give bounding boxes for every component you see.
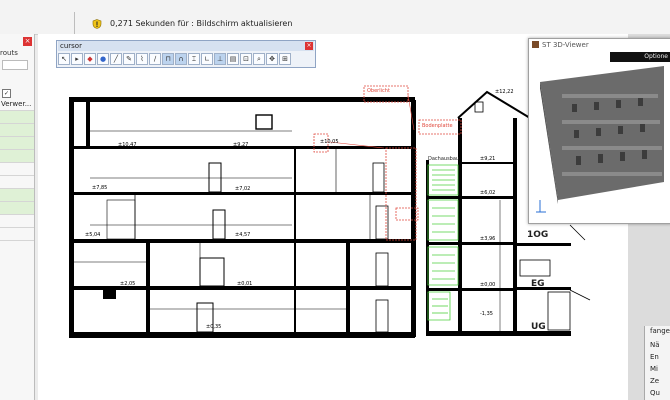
magnet-icon[interactable]: ∩ xyxy=(175,53,187,65)
svg-text:±2,05: ±2,05 xyxy=(120,281,135,287)
docker-item[interactable]: Qu xyxy=(650,388,670,399)
brush-icon[interactable]: ⌇ xyxy=(136,53,148,65)
docker-item[interactable]: Nä xyxy=(650,340,670,351)
pin-icon[interactable]: ∕ xyxy=(149,53,161,65)
svg-text:±9,21: ±9,21 xyxy=(480,156,495,162)
zoom-icon[interactable]: ⌕ xyxy=(253,53,265,65)
docker-item[interactable]: Mi xyxy=(650,364,670,375)
ortho-icon[interactable]: ⊥ xyxy=(214,53,226,65)
3d-building-model[interactable] xyxy=(532,64,670,218)
svg-text:±0,00: ±0,00 xyxy=(480,282,495,288)
level-label-ug: UG xyxy=(531,322,546,332)
arrow-icon[interactable]: ↖ xyxy=(58,53,70,65)
viewer-title: ST 3D-Viewer xyxy=(542,41,589,49)
svg-text:±12,22: ±12,22 xyxy=(495,89,514,95)
svg-text:±7,02: ±7,02 xyxy=(235,186,250,192)
grid-snap-icon[interactable]: ⌶ xyxy=(188,53,200,65)
level-label-1og: 1OG xyxy=(527,230,549,240)
docker-title: fangen xyxy=(650,327,670,335)
cursor-toolbar-close-button[interactable]: × xyxy=(305,42,313,50)
palette-icon[interactable]: ● xyxy=(97,53,109,65)
svg-text:±0,35: ±0,35 xyxy=(206,324,221,330)
svg-text:±9,27: ±9,27 xyxy=(233,142,248,148)
annotation-text: Bodenplatte xyxy=(422,123,453,129)
viewer-options-button[interactable]: Optione xyxy=(610,52,670,62)
svg-text:±4,57: ±4,57 xyxy=(235,232,250,238)
pen-icon[interactable]: ✎ xyxy=(123,53,135,65)
zoom-extents-icon[interactable]: ⊞ xyxy=(279,53,291,65)
svg-text:±3,96: ±3,96 xyxy=(480,236,495,242)
svg-text:±10,05: ±10,05 xyxy=(320,139,339,145)
pan-icon[interactable]: ✥ xyxy=(266,53,278,65)
level-label-eg: EG xyxy=(531,279,545,289)
cursor-tools: ↖ ▸ ◆ ● ╱ ✎ ⌇ ∕ ⊓ ∩ ⌶ ∟ ⊥ ▤ ⊡ ⌕ ✥ ⊞ xyxy=(58,53,291,65)
annotation-text: Dachausbau xyxy=(428,156,460,162)
svg-text:±7,85: ±7,85 xyxy=(92,185,107,191)
svg-text:±6,02: ±6,02 xyxy=(480,190,495,196)
select-icon[interactable]: ▸ xyxy=(71,53,83,65)
docker-item[interactable]: Ze xyxy=(650,376,670,387)
cursor-toolbar-title[interactable]: cursor xyxy=(58,41,314,51)
zoom-window-icon[interactable]: ⊡ xyxy=(240,53,252,65)
annotation-text: Oberlicht xyxy=(367,88,390,94)
svg-text:±10,47: ±10,47 xyxy=(118,142,137,148)
docker-item[interactable]: En xyxy=(650,352,670,363)
angle-icon[interactable]: ∟ xyxy=(201,53,213,65)
snap-icon[interactable]: ⊓ xyxy=(162,53,174,65)
line-icon[interactable]: ╱ xyxy=(110,53,122,65)
color-icon[interactable]: ◆ xyxy=(84,53,96,65)
svg-text:±5,04: ±5,04 xyxy=(85,232,100,238)
viewer-app-icon xyxy=(532,41,539,48)
layer-icon[interactable]: ▤ xyxy=(227,53,239,65)
svg-text:±0,01: ±0,01 xyxy=(237,281,252,287)
svg-text:-1,35: -1,35 xyxy=(480,311,493,317)
